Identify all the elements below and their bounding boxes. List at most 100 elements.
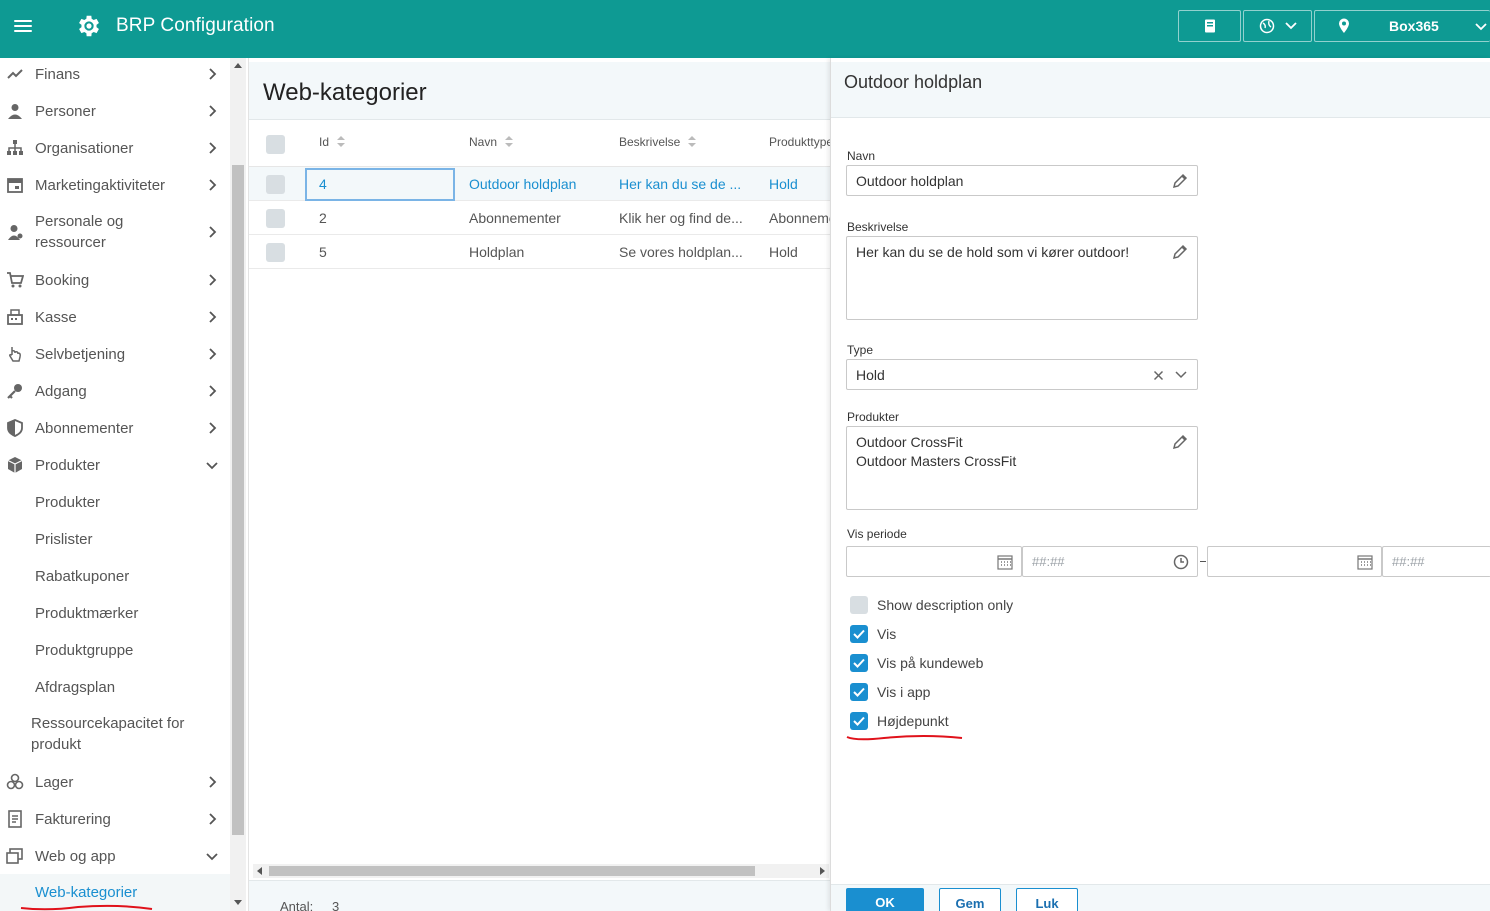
hoejdepunkt-checkbox[interactable] [850,712,868,730]
row-checkbox[interactable] [266,209,285,228]
sidebar-subitem-afdragsplan[interactable]: Afdragsplan [0,676,230,698]
from-date-input[interactable] [846,546,1022,577]
vis-checkbox[interactable] [850,625,868,643]
sidebar-item-label: Kasse [35,308,77,326]
row-checkbox[interactable] [266,243,285,262]
sidebar-item-personer[interactable]: Personer [0,100,230,122]
produkter-label: Produkter [847,410,900,424]
navn-label: Navn [847,149,876,163]
scroll-left-icon[interactable] [257,867,262,875]
sidebar-item-label: Fakturering [35,810,111,828]
chevron-right-icon [209,142,217,154]
sidebar-item-label: Personale og ressourcer [35,213,124,251]
column-header-produkttype[interactable]: Produkttype [769,135,831,149]
horizontal-scrollbar[interactable] [253,864,829,878]
calendar-icon[interactable] [1357,554,1373,570]
beskrivelse-field[interactable]: Her kan du se de hold som vi kører outdo… [846,236,1198,320]
sidebar-subitem-produktgruppe[interactable]: Produktgruppe [0,639,230,661]
cell-produkttype: Abonneme [769,210,831,226]
clear-icon[interactable] [1153,370,1164,381]
sidebar-subitem-rabatkuponer[interactable]: Rabatkuponer [0,565,230,587]
type-select[interactable]: Hold [846,359,1198,390]
calendar-icon[interactable] [997,554,1013,570]
sidebar-item-label: Organisationer [35,139,134,157]
cell-beskrivelse: Her kan du se de ... [619,176,742,192]
to-time-input[interactable]: ##:## [1382,546,1490,577]
check-icon [853,716,865,726]
sidebar-item-organisationer[interactable]: Organisationer [0,137,230,159]
location-selector[interactable]: Box365 [1314,10,1490,42]
sidebar-item-selvbetjening[interactable]: Selvbetjening [0,343,230,365]
select-all-checkbox[interactable] [266,135,285,154]
sidebar-item-label: Booking [35,271,90,289]
type-value: Hold [856,367,885,383]
page-title: Web-kategorier [263,79,427,106]
show-description-only-checkbox[interactable] [850,596,868,614]
sidebar-item-marketingaktiviteter[interactable]: Marketingaktiviteter [0,174,230,196]
person-icon [8,104,22,119]
count-label: Antal: [280,899,314,911]
horizontal-scrollbar-thumb[interactable] [269,866,755,876]
type-label: Type [847,343,874,357]
sidebar-subitem-produkter[interactable]: Produkter [0,491,230,513]
notebook-button[interactable] [1178,10,1241,42]
vis-i-app-checkbox[interactable] [850,683,868,701]
column-label: Produkttype [769,135,831,149]
column-header-navn[interactable]: Navn [469,135,514,149]
sidebar-item-fakturering[interactable]: Fakturering [0,808,230,830]
chevron-right-icon [209,348,217,360]
chevron-down-icon [1475,23,1487,31]
sidebar-item-personale[interactable]: Personale og ressourcer [0,211,230,253]
ok-button[interactable]: OK [846,888,924,911]
scroll-up-icon[interactable] [234,63,242,68]
checkbox-label: Vis i app [877,684,931,700]
sidebar-subitem-prislister[interactable]: Prislister [0,528,230,550]
pencil-icon[interactable] [1171,433,1189,451]
clock-icon[interactable] [1173,554,1189,570]
scroll-right-icon[interactable] [820,867,825,875]
navn-field[interactable]: Outdoor holdplan [846,165,1198,196]
sidebar-item-lager[interactable]: Lager [0,771,230,793]
key-icon [7,384,22,399]
chevron-down-icon[interactable] [1175,371,1187,379]
sidebar-item-adgang[interactable]: Adgang [0,380,230,402]
produkter-field[interactable]: Outdoor CrossFit Outdoor Masters CrossFi… [846,426,1198,510]
check-icon [853,687,865,697]
detail-header: Outdoor holdplan [831,62,1490,118]
box-icon [7,457,23,473]
sidebar-item-web-og-app[interactable]: Web og app [0,845,230,867]
window-icon [6,848,23,864]
column-header-id[interactable]: Id [319,135,346,149]
sidebar-item-label: Abonnementer [35,419,134,437]
table-row[interactable]: 5 Holdplan Se vores holdplan... Hold [249,235,831,269]
to-date-input[interactable] [1207,546,1382,577]
vis-paa-kundeweb-checkbox[interactable] [850,654,868,672]
sidebar-item-finans[interactable]: Finans [0,63,230,85]
from-time-input[interactable]: ##:## [1022,546,1198,577]
cell-id: 2 [319,210,327,226]
sidebar-item-kasse[interactable]: Kasse [0,306,230,328]
pencil-icon[interactable] [1171,243,1189,261]
chevron-down-icon [1284,22,1297,30]
column-label: Id [319,135,330,149]
gem-button[interactable]: Gem [939,888,1001,911]
sidebar-subitem-ressourcekapacitet[interactable]: Ressourcekapacitet for produkt [0,713,230,755]
sidebar-item-abonnementer[interactable]: Abonnementer [0,417,230,439]
column-header-beskrivelse[interactable]: Beskrivelse [619,135,697,149]
scroll-down-icon[interactable] [234,900,242,905]
cell-id: 5 [319,244,327,260]
menu-icon[interactable] [14,20,32,34]
sidebar-scrollbar-thumb[interactable] [232,165,244,835]
table-row[interactable]: 2 Abonnementer Klik her og find de... Ab… [249,201,831,235]
time-placeholder: ##:## [1032,554,1065,569]
sidebar-item-label: Selvbetjening [35,345,126,363]
language-button[interactable] [1243,10,1312,42]
sidebar-item-booking[interactable]: Booking [0,269,230,291]
sidebar-item-produkter[interactable]: Produkter [0,454,230,476]
pencil-icon[interactable] [1171,172,1189,190]
chevron-right-icon [209,776,217,788]
luk-button[interactable]: Luk [1016,888,1078,911]
row-checkbox[interactable] [266,175,285,194]
sidebar-subitem-produktmaerker[interactable]: Produktmærker [0,602,230,624]
cell-produkttype: Hold [769,244,798,260]
